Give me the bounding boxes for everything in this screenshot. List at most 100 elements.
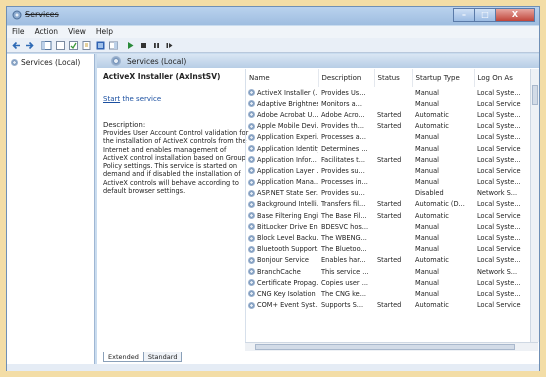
column-header-description[interactable]: Description bbox=[318, 69, 375, 87]
console-tree-icon[interactable] bbox=[41, 40, 52, 51]
show-hide-action-pane-icon[interactable] bbox=[108, 40, 119, 51]
horizontal-scroll-thumb[interactable] bbox=[255, 344, 515, 350]
tab-extended[interactable]: Extended bbox=[103, 352, 144, 362]
service-status-cell bbox=[374, 244, 412, 255]
service-log-on-as-cell: Network S... bbox=[477, 189, 518, 198]
column-header-log-on-as[interactable]: Log On As bbox=[474, 69, 537, 87]
service-name-cell: Block Level Backu... bbox=[246, 232, 318, 243]
properties-icon[interactable] bbox=[81, 40, 92, 51]
service-description-cell: Monitors a... bbox=[321, 99, 362, 108]
service-startup-type-cell: Manual bbox=[415, 178, 439, 187]
table-row[interactable]: Bonjour Service Enables har... Started Auto… bbox=[246, 255, 536, 266]
start-service-icon[interactable] bbox=[125, 40, 136, 51]
table-row[interactable]: ActiveX Installer (... Provides Us... Manu… bbox=[246, 87, 536, 98]
menu-help[interactable]: Help bbox=[91, 26, 118, 38]
service-startup-type-cell: Manual bbox=[415, 234, 439, 243]
stop-service-icon[interactable] bbox=[138, 40, 149, 51]
maximize-button[interactable]: □ bbox=[474, 8, 496, 22]
service-log-on-as-cell: Local Service bbox=[477, 301, 521, 310]
column-header-startup-type[interactable]: Startup Type bbox=[412, 69, 475, 87]
table-row[interactable]: Base Filtering Engi... The Base Fil... Sta… bbox=[246, 210, 536, 221]
service-status-cell bbox=[374, 143, 412, 154]
service-gear-icon bbox=[248, 167, 255, 175]
service-name-cell: Application Infor... bbox=[246, 154, 318, 165]
back-arrow-icon[interactable] bbox=[11, 40, 22, 51]
service-name-cell: BranchCache bbox=[246, 266, 318, 277]
table-row[interactable]: Application Layer ... Provides su... Manua… bbox=[246, 165, 536, 176]
help-icon[interactable] bbox=[95, 40, 106, 51]
table-row[interactable]: Application Infor... Facilitates t... Star… bbox=[246, 154, 536, 165]
service-description-cell: Adobe Acro... bbox=[321, 110, 365, 119]
service-name-cell: ASP.NET State Ser... bbox=[246, 188, 318, 199]
export-list-icon[interactable] bbox=[55, 40, 66, 51]
menu-action[interactable]: Action bbox=[30, 26, 64, 38]
table-row[interactable]: Application Experi... Processes a... Manua… bbox=[246, 132, 536, 143]
service-name-cell: ActiveX Installer (... bbox=[246, 87, 318, 98]
table-row[interactable]: Adobe Acrobat U... Adobe Acro... Started Au… bbox=[246, 109, 536, 120]
table-row[interactable]: ASP.NET State Ser... Provides su... Disabl… bbox=[246, 188, 536, 199]
pause-service-icon[interactable] bbox=[151, 40, 162, 51]
table-row[interactable]: Apple Mobile Devi... Provides th... Starte… bbox=[246, 121, 536, 132]
service-name-cell: Application Identity bbox=[246, 143, 318, 154]
title-bar[interactable]: Services – □ X bbox=[7, 7, 539, 25]
vertical-scroll-thumb[interactable] bbox=[532, 85, 538, 105]
tree-item-services-local[interactable]: Services (Local) bbox=[11, 58, 80, 67]
column-header-name[interactable]: Name bbox=[246, 69, 319, 87]
service-description-cell: Processes in... bbox=[321, 178, 368, 187]
tree-item-label: Services (Local) bbox=[21, 58, 81, 67]
table-row[interactable]: Application Mana... Processes in... Manual… bbox=[246, 177, 536, 188]
horizontal-scrollbar[interactable] bbox=[245, 342, 538, 351]
service-description-cell: Provides th... bbox=[321, 122, 365, 131]
table-row[interactable]: Block Level Backu... The WBENG... Manual Lo… bbox=[246, 232, 536, 243]
service-startup-type-cell: Manual bbox=[415, 166, 439, 175]
table-row[interactable]: Application Identity Determines ... Manual… bbox=[246, 143, 536, 154]
service-gear-icon bbox=[248, 111, 255, 119]
forward-arrow-icon[interactable] bbox=[24, 40, 35, 51]
vertical-scrollbar[interactable] bbox=[530, 69, 539, 342]
service-name-text: Bonjour Service bbox=[257, 256, 309, 265]
service-gear-icon bbox=[248, 212, 255, 220]
service-gear-icon bbox=[248, 256, 255, 264]
table-row[interactable]: CNG Key Isolation The CNG ke... Manual Loca… bbox=[246, 288, 536, 299]
service-gear-icon bbox=[248, 268, 255, 276]
service-description-cell: This service ... bbox=[321, 267, 369, 276]
table-row[interactable]: Certificate Propag... Copies user ... Manu… bbox=[246, 277, 536, 288]
start-service-link[interactable]: Start bbox=[103, 95, 120, 103]
service-name-text: ASP.NET State Ser... bbox=[257, 189, 318, 198]
menu-file[interactable]: File bbox=[7, 26, 30, 38]
service-startup-type-cell: Disabled bbox=[415, 189, 444, 198]
service-log-on-as-cell: Local Syste... bbox=[477, 88, 521, 97]
table-row[interactable]: BitLocker Drive En... BDESVC hos... Manual… bbox=[246, 221, 536, 232]
table-row[interactable]: BranchCache This service ... Manual Network… bbox=[246, 266, 536, 277]
table-row[interactable]: Bluetooth Support... The Bluetoo... Manual… bbox=[246, 244, 536, 255]
column-header-status[interactable]: Status bbox=[374, 69, 413, 87]
restart-service-icon[interactable] bbox=[164, 40, 175, 51]
service-log-on-as-cell: Local Service bbox=[477, 211, 521, 220]
service-startup-type-cell: Automatic bbox=[415, 256, 449, 265]
close-button[interactable]: X bbox=[495, 8, 535, 22]
table-row[interactable]: COM+ Event Syst... Supports S... Started Au… bbox=[246, 300, 536, 311]
table-row[interactable]: Background Intelli... Transfers fil... Sta… bbox=[246, 199, 536, 210]
refresh-icon[interactable] bbox=[68, 40, 79, 51]
service-log-on-as-cell: Local Syste... bbox=[477, 256, 521, 265]
minimize-button[interactable]: – bbox=[453, 8, 475, 22]
service-log-on-as-cell: Local Syste... bbox=[477, 110, 521, 119]
service-log-on-as-cell: Local Syste... bbox=[477, 200, 521, 209]
service-status-cell: Started bbox=[377, 301, 402, 310]
service-startup-type-cell: Manual bbox=[415, 99, 439, 108]
service-gear-icon bbox=[248, 223, 255, 231]
service-startup-type-cell: Manual bbox=[415, 144, 439, 153]
service-log-on-as-cell: Local Syste... bbox=[477, 289, 521, 298]
service-description-cell: The Base Fil... bbox=[321, 211, 367, 220]
tab-standard[interactable]: Standard bbox=[142, 352, 183, 362]
window-title: Services bbox=[25, 10, 59, 19]
start-service-sentence: Start the service bbox=[103, 95, 243, 103]
list-header-row: Name Description Status Startup Type Log… bbox=[246, 69, 537, 87]
table-row[interactable]: Adaptive Brightness Monitors a... Manual Lo… bbox=[246, 98, 536, 109]
menu-view[interactable]: View bbox=[63, 26, 91, 38]
service-log-on-as-cell: Network S... bbox=[477, 267, 518, 276]
services-list: Name Description Status Startup Type Log… bbox=[245, 69, 538, 342]
service-gear-icon bbox=[248, 100, 255, 108]
service-name-cell: Background Intelli... bbox=[246, 199, 318, 210]
selected-service-name: ActiveX Installer (AxInstSV) bbox=[103, 72, 221, 81]
